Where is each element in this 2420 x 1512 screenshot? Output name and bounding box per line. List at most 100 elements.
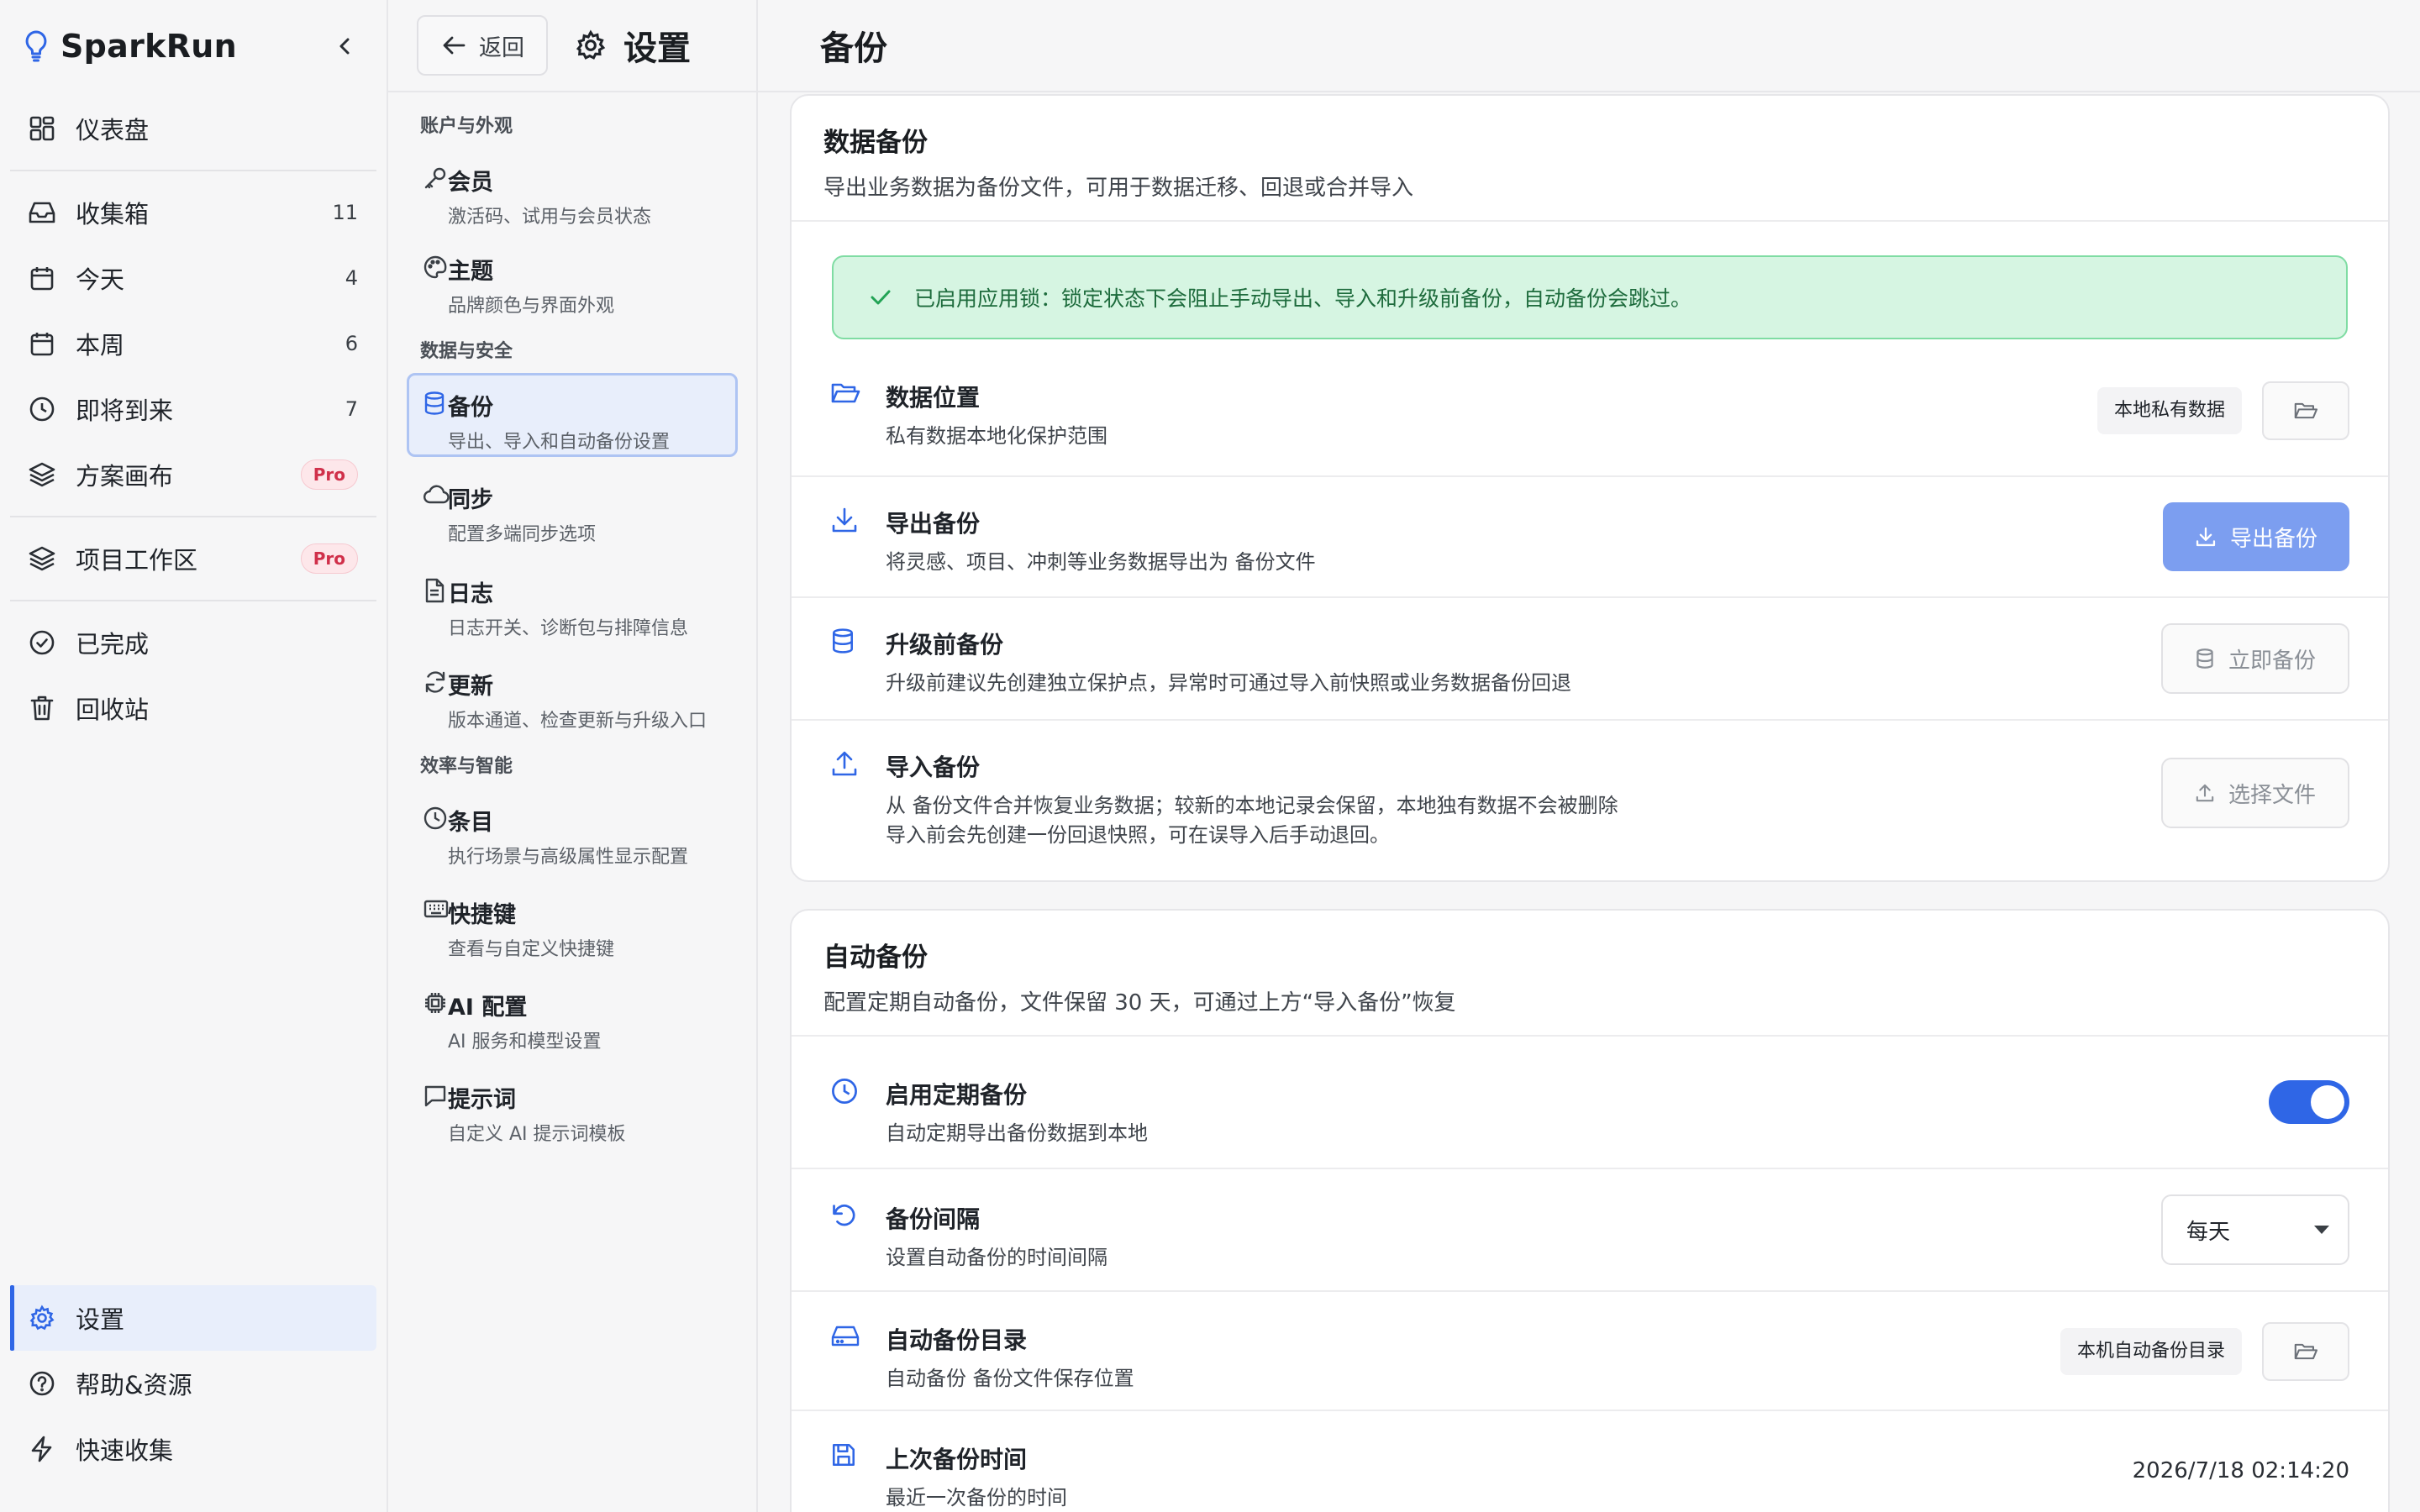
settings-header: 返回 设置 bbox=[388, 0, 756, 92]
clock-icon bbox=[27, 394, 57, 424]
sidebar-item-completed[interactable]: 已完成 bbox=[10, 610, 376, 675]
pro-badge: Pro bbox=[300, 543, 358, 574]
open-folder-button[interactable] bbox=[2262, 381, 2349, 440]
settings-nav: 返回 设置 账户与外观 会员 激活码、试用与会员状态 主题 品牌颜色与界面外观 bbox=[388, 0, 758, 1512]
data-backup-card: 数据备份 导出业务数据为备份文件，可用于数据迁移、回退或合并导入 已启用应用锁：… bbox=[790, 94, 2390, 882]
sidebar-item-inbox[interactable]: 收集箱 11 bbox=[10, 180, 376, 245]
row-desc: 升级前建议先创建独立保护点，异常时可通过导入前快照或业务数据备份回退 bbox=[886, 671, 1571, 695]
sidebar-item-label: 设置 bbox=[76, 1305, 125, 1334]
settings-nav-items[interactable]: 条目 执行场景与高级属性显示配置 bbox=[407, 788, 738, 872]
export-backup-button[interactable]: 导出备份 bbox=[2163, 502, 2349, 571]
sidebar-item-quick-capture[interactable]: 快速收集 bbox=[10, 1416, 376, 1482]
directory-tag: 本机自动备份目录 bbox=[2060, 1328, 2242, 1375]
upload-icon bbox=[830, 749, 864, 783]
layers-icon bbox=[27, 543, 57, 574]
database-icon bbox=[830, 627, 864, 660]
select-value: 每天 bbox=[2186, 1219, 2231, 1245]
row-desc: 设置自动备份的时间间隔 bbox=[886, 1246, 1107, 1269]
back-button[interactable]: 返回 bbox=[417, 15, 548, 76]
chevron-down-icon bbox=[2314, 1226, 2329, 1234]
item-count: 7 bbox=[345, 397, 358, 421]
nav-item-desc: 日志开关、诊断包与排障信息 bbox=[448, 618, 689, 639]
sidebar-item-settings[interactable]: 设置 bbox=[10, 1285, 376, 1351]
settings-nav-logs[interactable]: 日志 日志开关、诊断包与排障信息 bbox=[407, 559, 738, 643]
chevron-left-icon bbox=[339, 38, 350, 55]
help-circle-icon bbox=[27, 1368, 57, 1399]
alert-text: 已启用应用锁：锁定状态下会阻止手动导出、导入和升级前备份，自动备份会跳过。 bbox=[914, 286, 1692, 311]
hard-drive-icon bbox=[830, 1322, 864, 1356]
brand-header: SparkRun bbox=[0, 0, 387, 92]
save-icon bbox=[830, 1441, 864, 1475]
nav-item-title: 主题 bbox=[448, 259, 493, 285]
page-title: 备份 bbox=[820, 29, 887, 68]
clock-icon bbox=[423, 806, 450, 832]
sidebar: SparkRun 仪表盘 收集箱 11 今天 4 本周 6 即将到来 7 方案画… bbox=[0, 0, 388, 1512]
nav-item-desc: 导出、导入和自动备份设置 bbox=[448, 432, 671, 453]
last-backup-row: 上次备份时间 最近一次备份的时间 2026/7/18 02:14:20 bbox=[792, 1411, 2388, 1512]
settings-nav-shortcuts[interactable]: 快捷键 查看与自定义快捷键 bbox=[407, 880, 738, 964]
nav-item-title: 条目 bbox=[448, 810, 493, 836]
button-label: 导出备份 bbox=[2229, 526, 2317, 552]
nav-item-desc: 执行场景与高级属性显示配置 bbox=[448, 847, 689, 868]
download-icon bbox=[830, 506, 864, 539]
sidebar-item-today[interactable]: 今天 4 bbox=[10, 245, 376, 311]
refresh-icon bbox=[423, 669, 450, 696]
settings-nav-theme[interactable]: 主题 品牌颜色与界面外观 bbox=[407, 237, 738, 321]
sidebar-item-dashboard[interactable]: 仪表盘 bbox=[10, 96, 376, 161]
download-icon bbox=[2196, 527, 2216, 547]
divider bbox=[10, 600, 376, 601]
trash-icon bbox=[27, 693, 57, 723]
sidebar-item-plan-canvas[interactable]: 方案画布 Pro bbox=[10, 442, 376, 507]
collapse-sidebar-button[interactable] bbox=[328, 29, 361, 63]
settings-nav-ai-config[interactable]: AI 配置 AI 服务和模型设置 bbox=[407, 973, 738, 1057]
button-label: 选择文件 bbox=[2228, 782, 2316, 808]
divider bbox=[10, 516, 376, 517]
sidebar-item-project-workspace[interactable]: 项目工作区 Pro bbox=[10, 526, 376, 591]
nav-item-title: 同步 bbox=[448, 487, 493, 513]
card-desc: 配置定期自动备份，文件保留 30 天，可通过上方“导入备份”恢复 bbox=[823, 990, 1456, 1016]
layers-icon bbox=[27, 459, 57, 490]
message-square-icon bbox=[423, 1083, 450, 1110]
settings-title-text: 设置 bbox=[623, 29, 691, 68]
arrow-left-icon bbox=[443, 36, 466, 55]
document-icon bbox=[423, 577, 450, 604]
sidebar-item-this-week[interactable]: 本周 6 bbox=[10, 311, 376, 376]
sidebar-item-label: 仪表盘 bbox=[76, 116, 150, 144]
inbox-icon bbox=[27, 197, 57, 228]
nav-item-desc: 激活码、试用与会员状态 bbox=[448, 207, 652, 228]
app-lock-alert: 已启用应用锁：锁定状态下会阻止手动导出、导入和升级前备份，自动备份会跳过。 bbox=[832, 255, 2348, 339]
database-icon bbox=[423, 391, 450, 417]
sidebar-item-trash[interactable]: 回收站 bbox=[10, 675, 376, 741]
sidebar-item-help[interactable]: 帮助&资源 bbox=[10, 1351, 376, 1416]
row-title: 导出备份 bbox=[886, 510, 981, 538]
sidebar-item-upcoming[interactable]: 即将到来 7 bbox=[10, 376, 376, 442]
row-title: 备份间隔 bbox=[886, 1205, 981, 1233]
nav-item-title: 快捷键 bbox=[448, 902, 516, 928]
backup-interval-select[interactable]: 每天 bbox=[2161, 1194, 2349, 1265]
lightbulb-icon bbox=[22, 29, 50, 63]
button-label: 立即备份 bbox=[2228, 648, 2316, 674]
sidebar-item-label: 已完成 bbox=[76, 630, 150, 659]
nav-item-desc: AI 服务和模型设置 bbox=[448, 1032, 602, 1053]
backup-now-button[interactable]: 立即备份 bbox=[2161, 623, 2349, 694]
gear-icon bbox=[27, 1303, 57, 1333]
card-title: 自动备份 bbox=[823, 942, 928, 973]
settings-nav-sync[interactable]: 同步 配置多端同步选项 bbox=[407, 465, 738, 549]
settings-title: 设置 bbox=[575, 21, 691, 70]
settings-nav-prompts[interactable]: 提示词 自定义 AI 提示词模板 bbox=[407, 1065, 738, 1149]
item-count: 11 bbox=[332, 201, 358, 224]
section-title: 效率与智能 bbox=[420, 756, 513, 777]
settings-nav-membership[interactable]: 会员 激活码、试用与会员状态 bbox=[407, 148, 738, 237]
row-desc-line: 导入前会先创建一份回退快照，可在误导入后手动退回。 bbox=[886, 822, 1390, 847]
settings-nav-update[interactable]: 更新 版本通道、检查更新与升级入口 bbox=[407, 652, 738, 736]
open-directory-button[interactable] bbox=[2262, 1322, 2349, 1381]
app-name: SparkRun bbox=[60, 28, 237, 65]
choose-file-button[interactable]: 选择文件 bbox=[2161, 758, 2349, 828]
location-tag: 本地私有数据 bbox=[2096, 387, 2242, 434]
nav-item-title: 会员 bbox=[448, 170, 493, 196]
settings-nav-backup[interactable]: 备份 导出、导入和自动备份设置 bbox=[407, 373, 738, 457]
sidebar-item-label: 项目工作区 bbox=[76, 546, 198, 575]
pro-badge: Pro bbox=[300, 459, 358, 490]
auto-backup-toggle[interactable] bbox=[2269, 1080, 2349, 1124]
import-backup-row: 导入备份 从 备份文件合并恢复业务数据；较新的本地记录会保留，本地独有数据不会被… bbox=[792, 721, 2388, 880]
